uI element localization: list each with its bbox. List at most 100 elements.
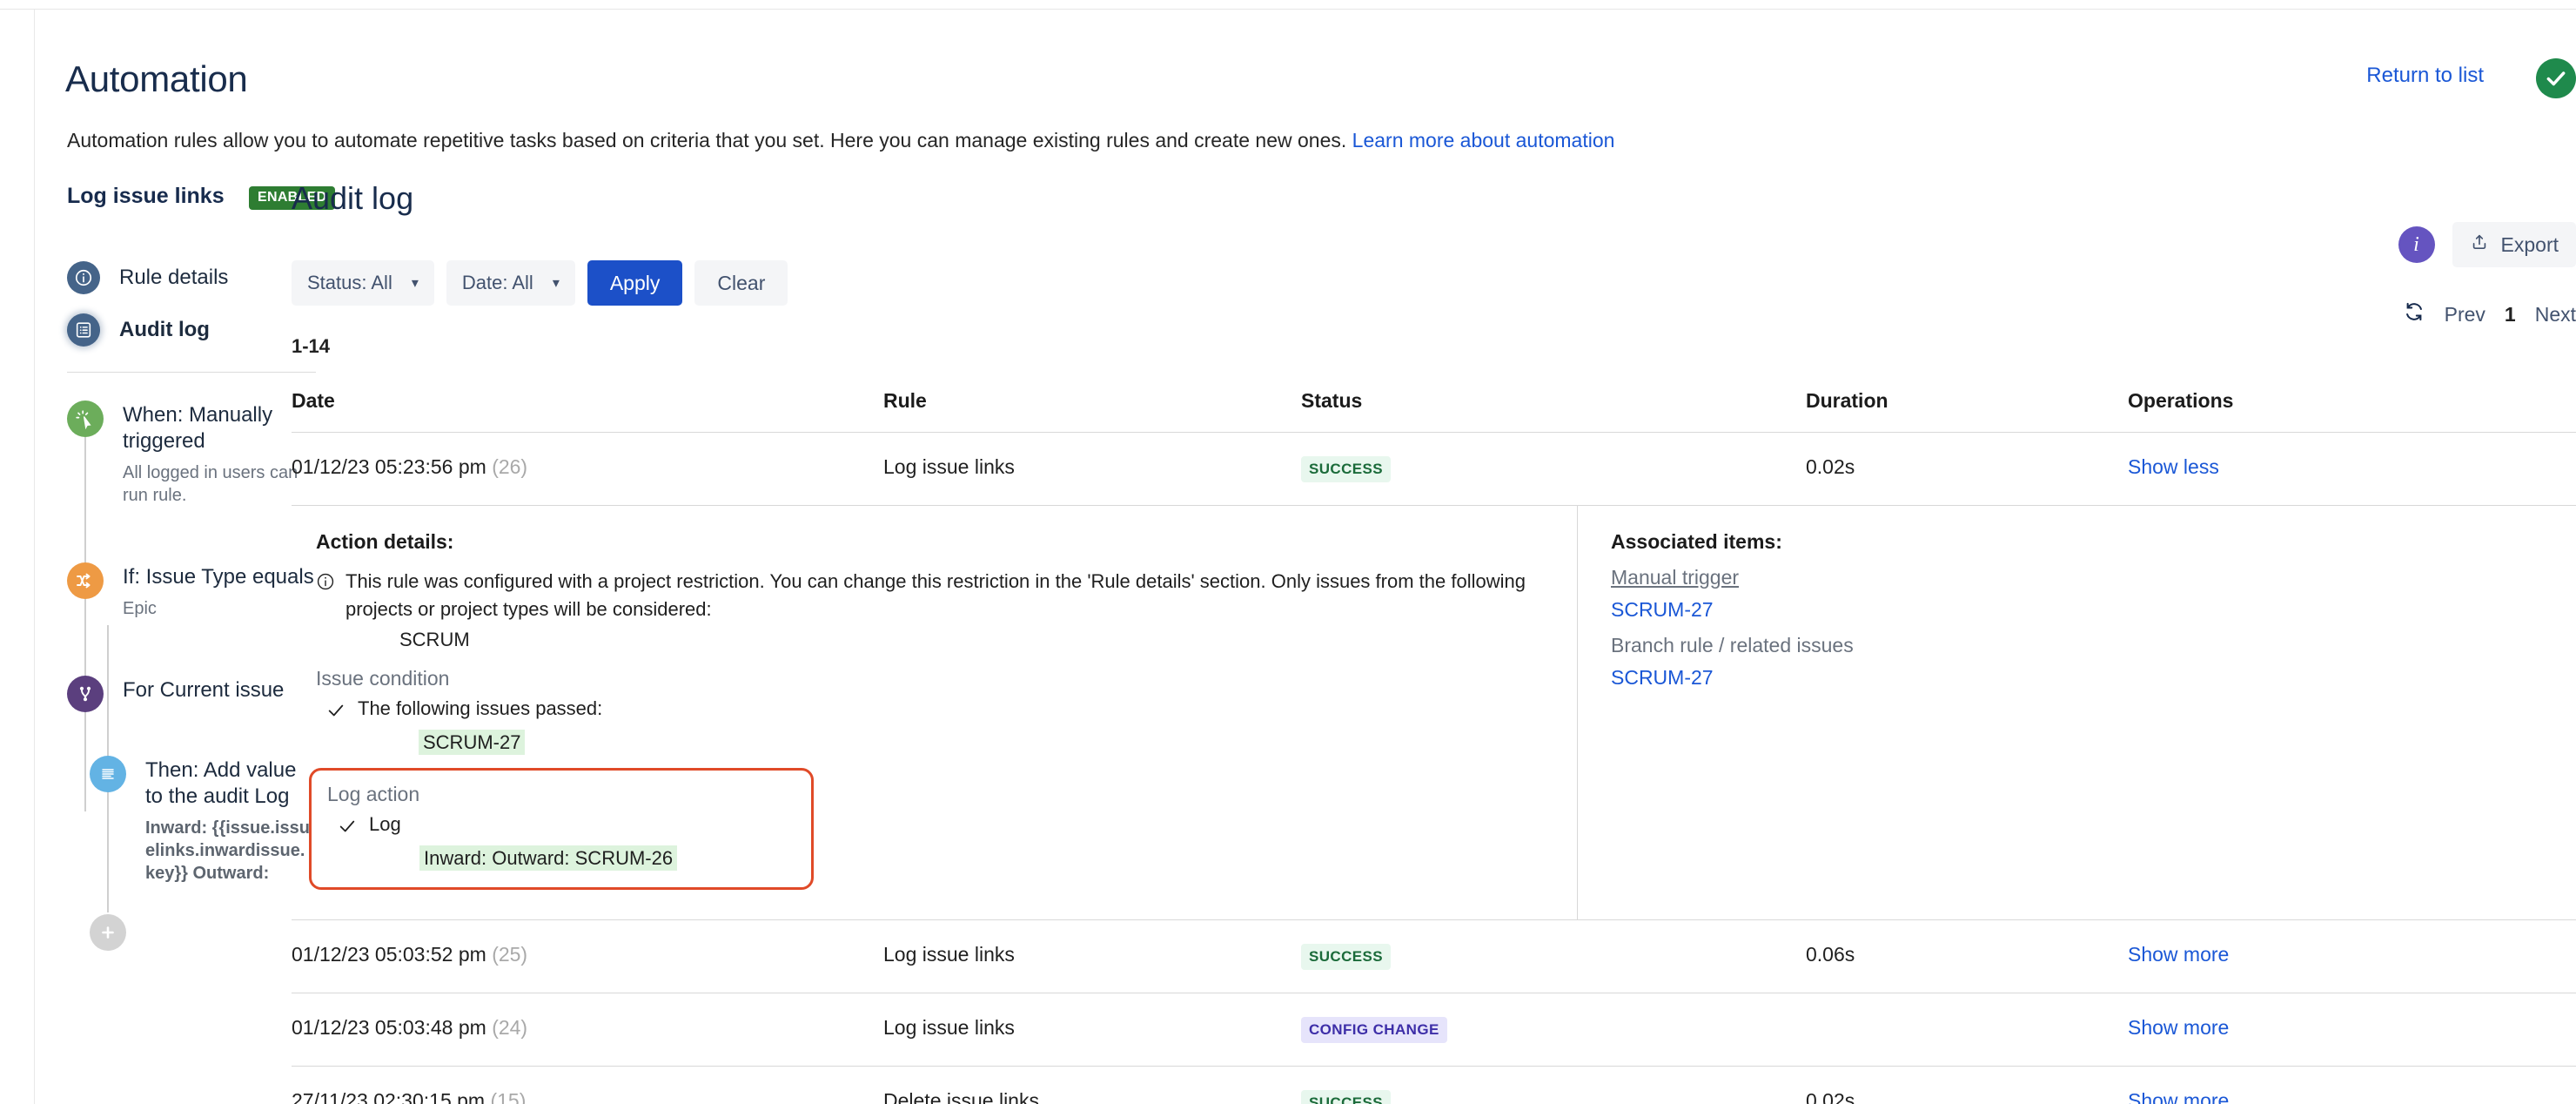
sidebar-item-audit-log-label: Audit log xyxy=(119,318,210,341)
sidebar-item-rule-details[interactable]: Rule details xyxy=(36,252,314,304)
cell-operations: Show more xyxy=(2128,993,2576,1067)
cell-operations: Show less xyxy=(2128,432,2576,506)
audit-log-title: Audit log xyxy=(292,180,414,216)
show-less-link[interactable]: Show less xyxy=(2128,455,2219,478)
log-action-value-row: Inward: Outward: SCRUM-26 xyxy=(419,845,795,871)
project-restriction-note: This rule was configured with a project … xyxy=(316,568,1577,623)
associated-item-link-1[interactable]: SCRUM-27 xyxy=(1611,666,2576,690)
pagination-page-number[interactable]: 1 xyxy=(2505,303,2516,326)
table-row[interactable]: 01/12/23 05:23:56 pm (26) Log issue link… xyxy=(292,432,2576,506)
pagination: Prev 1 Next xyxy=(2403,300,2576,328)
log-action-highlight-box: Log action Log Inward: Outward: SCRUM-26 xyxy=(309,767,814,890)
info-circle-icon xyxy=(316,572,335,623)
shuffle-icon xyxy=(67,562,104,599)
apply-button[interactable]: Apply xyxy=(587,260,683,306)
sidebar-item-rule-details-label: Rule details xyxy=(119,266,229,289)
status-filter-label: Status: All xyxy=(307,272,392,293)
return-to-list-link[interactable]: Return to list xyxy=(2366,64,2484,88)
column-header-date: Date xyxy=(292,389,883,433)
table-row[interactable]: 01/12/23 05:03:48 pm (24) Log issue link… xyxy=(292,993,2576,1067)
document-lines-icon xyxy=(90,756,126,792)
action-details-panel: Action details: This rule was configured… xyxy=(292,506,1578,919)
filter-bar: Status: All ▾ Date: All ▾ Apply Clear xyxy=(292,260,2576,306)
pagination-next[interactable]: Next xyxy=(2535,303,2576,326)
check-icon xyxy=(326,701,345,724)
column-header-status: Status xyxy=(1301,389,1806,433)
associated-items-panel: Associated items: Manual trigger SCRUM-2… xyxy=(1578,506,2576,919)
rule-step-action-subtitle: Inward: {{issue.issuelinks.inwardissue.k… xyxy=(145,818,310,883)
rule-step-condition-body: If: Issue Type equals Epic xyxy=(123,562,314,620)
pagination-prev[interactable]: Prev xyxy=(2445,303,2485,326)
show-more-link[interactable]: Show more xyxy=(2128,1089,2229,1104)
column-header-duration: Duration xyxy=(1806,389,2128,433)
audit-table-header-row: Date Rule Status Duration Operations xyxy=(292,389,2576,433)
cell-rule: Log issue links xyxy=(883,432,1301,506)
audit-table-body: 01/12/23 05:23:56 pm (26) Log issue link… xyxy=(292,432,2576,1104)
row-index: (15) xyxy=(490,1088,527,1104)
row-index: (25) xyxy=(492,942,528,966)
rule-step-condition[interactable]: If: Issue Type equals Epic xyxy=(36,562,314,620)
list-document-icon xyxy=(67,313,100,347)
cell-rule: Delete issue links xyxy=(883,1066,1301,1104)
step-connector-main xyxy=(84,437,86,811)
rule-step-branch-title: For Current issue xyxy=(123,678,285,702)
audit-table-head: Date Rule Status Duration Operations xyxy=(292,389,2576,433)
action-details-heading: Action details: xyxy=(316,530,454,553)
restriction-project-name: SCRUM xyxy=(399,628,470,650)
learn-more-link[interactable]: Learn more about automation xyxy=(1352,129,1615,151)
show-more-link[interactable]: Show more xyxy=(2128,943,2229,966)
expanded-detail: Action details: This rule was configured… xyxy=(292,506,2576,919)
sidebar-item-audit-log[interactable]: Audit log xyxy=(36,304,314,356)
rule-step-branch-body: For Current issue xyxy=(123,676,284,712)
issue-condition-label: Issue condition xyxy=(316,666,450,690)
rule-sidebar-header: Log issue links ENABLED xyxy=(36,184,336,220)
associated-item-label-0: Manual trigger xyxy=(1611,566,1740,589)
table-row[interactable]: 01/12/23 05:03:52 pm (25) Log issue link… xyxy=(292,919,2576,993)
cell-duration: 0.06s xyxy=(1806,919,2128,993)
cell-date: 27/11/23 02:30:15 pm (15) xyxy=(292,1066,883,1104)
page-title: Automation xyxy=(65,58,248,99)
cell-status: SUCCESS xyxy=(1301,1066,1806,1104)
status-badge: SUCCESS xyxy=(1301,943,1391,970)
cell-expanded-detail: Action details: This rule was configured… xyxy=(292,505,2576,920)
info-badge-icon[interactable]: i xyxy=(2398,226,2435,263)
branch-icon xyxy=(67,676,104,712)
rule-step-trigger-subtitle: All logged in users can run rule. xyxy=(123,463,299,505)
row-date: 01/12/23 05:03:52 pm xyxy=(292,942,486,966)
cell-date: 01/12/23 05:03:48 pm (24) xyxy=(292,993,883,1067)
export-icon xyxy=(2470,232,2489,258)
add-plus-icon[interactable] xyxy=(90,914,126,951)
export-button[interactable]: Export xyxy=(2452,222,2576,267)
audit-log-table: Date Rule Status Duration Operations 01/… xyxy=(292,389,2576,1104)
refresh-icon[interactable] xyxy=(2403,300,2425,328)
row-index: (24) xyxy=(492,1015,528,1039)
cell-date: 01/12/23 05:23:56 pm (26) xyxy=(292,432,883,506)
status-filter-select[interactable]: Status: All ▾ xyxy=(292,260,434,306)
rule-step-trigger[interactable]: When: Manually triggered All logged in u… xyxy=(36,401,314,507)
table-row-detail: Action details: This rule was configured… xyxy=(292,505,2576,920)
rule-step-condition-title: If: Issue Type equals xyxy=(123,565,314,589)
page-description-text: Automation rules allow you to automate r… xyxy=(67,129,1352,151)
cell-duration: 0.02s xyxy=(1806,1066,2128,1104)
show-more-link[interactable]: Show more xyxy=(2128,1016,2229,1039)
row-date: 01/12/23 05:23:56 pm xyxy=(292,455,486,478)
result-count: 1-14 xyxy=(292,335,331,357)
associated-item-link-0[interactable]: SCRUM-27 xyxy=(1611,598,2576,622)
row-date: 01/12/23 05:03:48 pm xyxy=(292,1015,486,1039)
project-restriction-text: This rule was configured with a project … xyxy=(345,570,1526,620)
date-filter-select[interactable]: Date: All ▾ xyxy=(446,260,575,306)
rule-status-check-icon xyxy=(2536,58,2576,98)
rule-name: Log issue links xyxy=(67,184,225,208)
table-row[interactable]: 27/11/23 02:30:15 pm (15) Delete issue l… xyxy=(292,1066,2576,1104)
status-badge: CONFIG CHANGE xyxy=(1301,1016,1447,1043)
issue-condition-row: The following issues passed: xyxy=(326,697,1577,724)
rule-step-branch[interactable]: For Current issue xyxy=(36,676,314,712)
rule-step-add[interactable] xyxy=(36,914,314,951)
issue-condition-text: The following issues passed: xyxy=(358,697,603,719)
automation-audit-log-page: Automation Automation rules allow you to… xyxy=(0,0,2576,1104)
clear-button[interactable]: Clear xyxy=(694,260,788,306)
rule-step-action-title: Then: Add value to the audit Log xyxy=(145,758,297,808)
audit-toolbar: i Export xyxy=(2398,222,2576,267)
log-action-value: Inward: Outward: SCRUM-26 xyxy=(419,845,678,871)
rule-step-action[interactable]: Then: Add value to the audit Log Inward:… xyxy=(36,756,314,885)
